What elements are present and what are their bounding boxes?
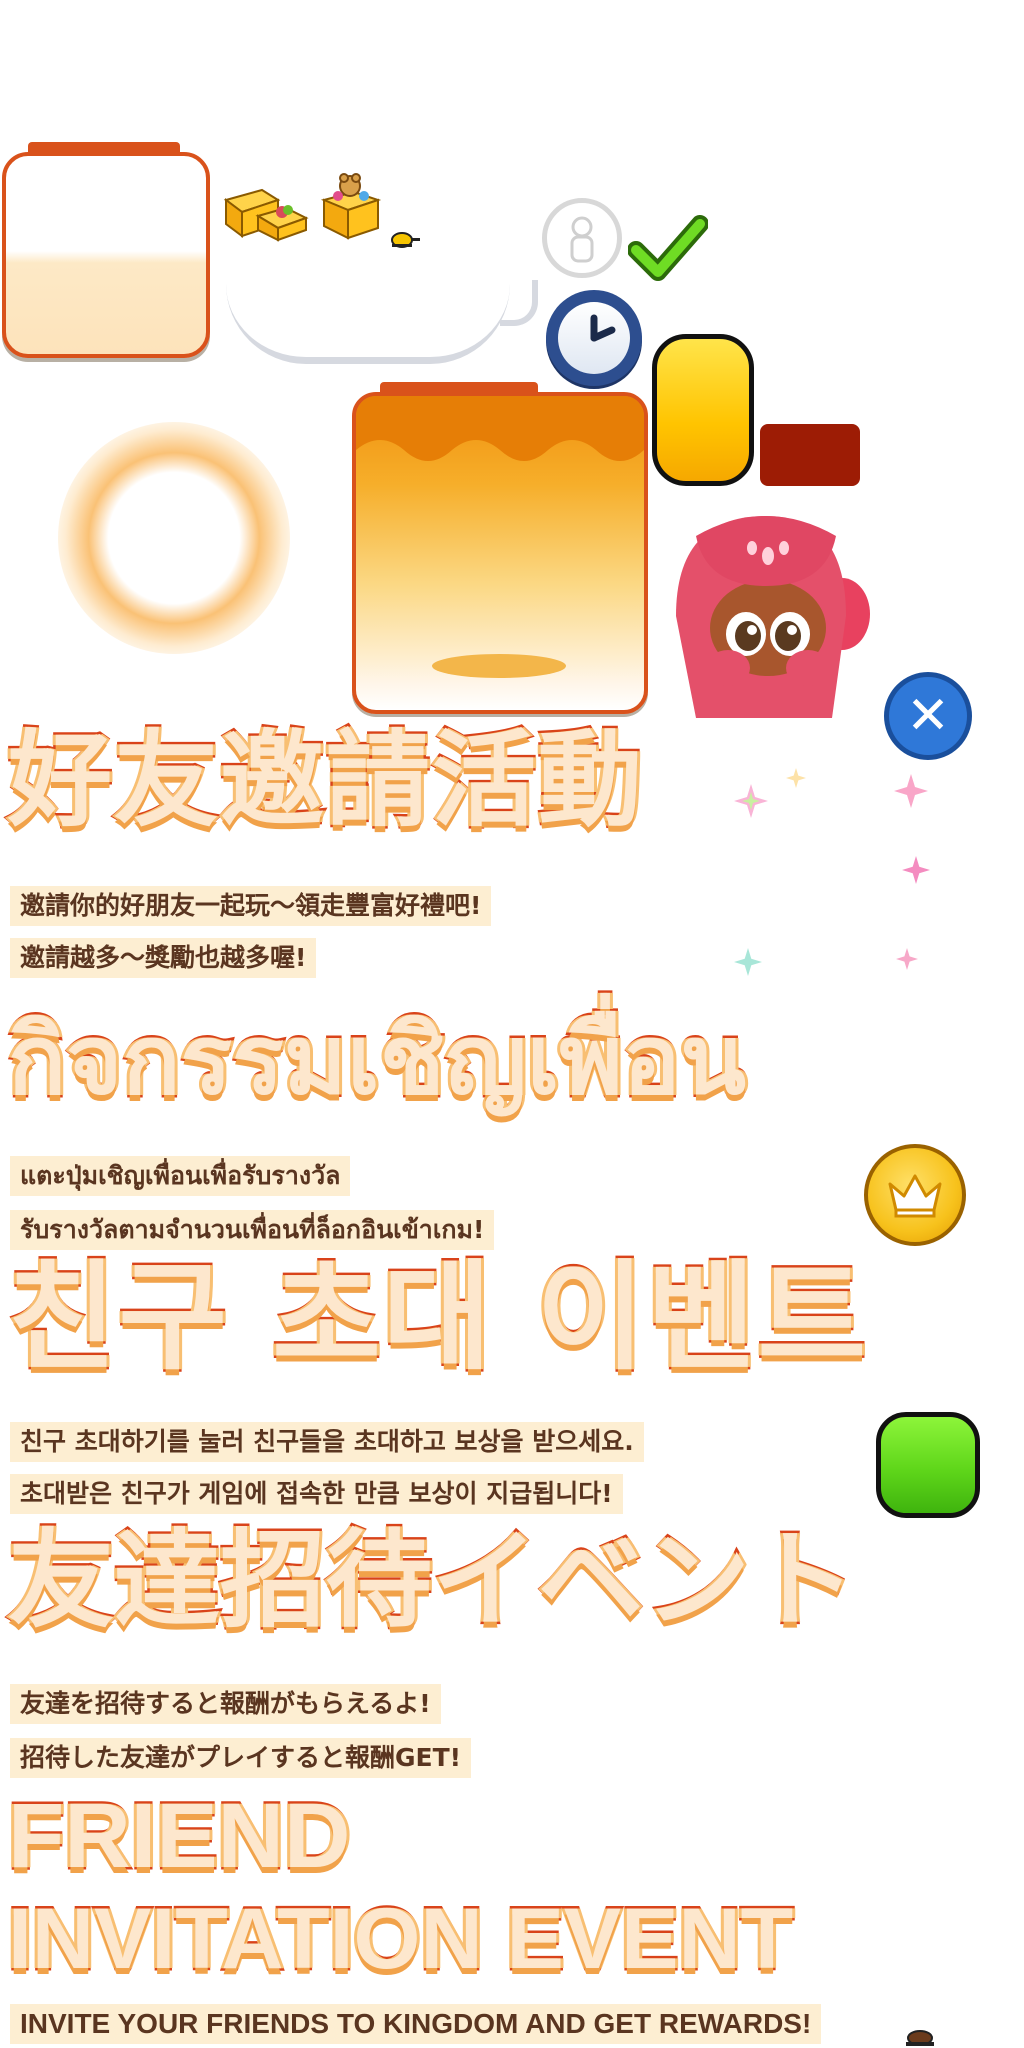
sparkle-icon	[896, 948, 918, 970]
caption-english: INVITE YOUR FRIENDS TO KINGDOM AND GET R…	[10, 2004, 822, 2044]
tiny-cookie-icon	[391, 232, 420, 248]
heading-thai: กิจกรรมเชิญเพื่อน	[5, 1004, 748, 1116]
crown-coin-icon	[864, 1144, 966, 1246]
sparkle-icon	[734, 784, 768, 818]
red-tab-sprite	[760, 424, 860, 486]
sparkle-icon	[734, 948, 762, 976]
heading-japanese: 友達招待イベント	[6, 1519, 859, 1642]
heading-english-line1: FRIEND	[5, 1785, 352, 1887]
gift-chest-icon	[223, 188, 309, 242]
caption-japanese-1: 友達を招待すると報酬がもらえるよ!	[10, 1684, 441, 1724]
speech-bubble-tail	[500, 280, 538, 326]
close-icon[interactable]: ✕	[884, 672, 972, 760]
green-button-sprite[interactable]	[876, 1412, 980, 1518]
sparkle-icon	[902, 856, 930, 884]
strawberry-cookie-character	[676, 516, 870, 718]
caption-korean-1: 친구 초대하기를 눌러 친구들을 초대하고 보상을 받으세요.	[10, 1422, 644, 1462]
caption-chinese-2: 邀請越多～獎勵也越多喔!	[10, 938, 317, 978]
caption-thai-1: แตะปุ่มเชิญเพื่อนเพื่อรับรางวัล	[10, 1156, 351, 1196]
heading-korean: 친구 초대 이벤트	[5, 1248, 869, 1386]
glow-ring-effect	[58, 422, 290, 654]
caption-korean-2: 초대받은 친구가 게임에 접속한 만큼 보상이 지급됩니다!	[10, 1474, 623, 1514]
yellow-button-sprite[interactable]	[652, 334, 754, 486]
tiny-cookie-icon	[906, 2030, 934, 2046]
heading-english-line2: INVITATION EVENT	[5, 1891, 795, 1987]
caption-japanese-2: 招待した友達がプレイすると報酬GET!	[10, 1738, 472, 1778]
gift-chest-open-icon	[320, 173, 382, 240]
panel-floor-shadow	[432, 654, 566, 678]
check-icon	[628, 215, 708, 281]
speech-bubble	[226, 252, 510, 364]
small-reward-panel	[2, 152, 210, 358]
caption-chinese-1: 邀請你的好朋友一起玩～領走豐富好禮吧!	[10, 886, 492, 926]
cookie-silhouette-icon	[542, 198, 622, 278]
sparkle-icon	[786, 768, 806, 788]
caption-thai-2: รับรางวัลตามจำนวนเพื่อนที่ล็อกอินเข้าเกม…	[10, 1210, 495, 1250]
heading-chinese: 好友邀請活動	[5, 719, 645, 841]
sparkle-icon	[894, 774, 928, 808]
clock-icon	[546, 290, 642, 386]
